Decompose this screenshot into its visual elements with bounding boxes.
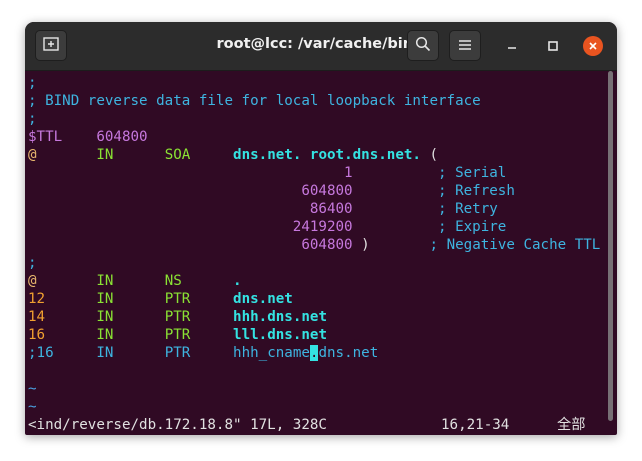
status-scroll-indicator: 全部 xyxy=(557,417,586,433)
comment-line: ; xyxy=(28,255,37,271)
close-icon xyxy=(583,36,603,56)
empty-line-marker: ~ xyxy=(28,399,37,415)
maximize-icon xyxy=(547,37,559,56)
negative-ttl-line: 604800 ) ; Negative Cache TTL xyxy=(301,237,601,253)
title-bar: root@lcc: /var/cache/bind xyxy=(25,22,617,71)
terminal-content[interactable]: ; ; BIND reverse data file for local loo… xyxy=(25,71,617,435)
minimize-button[interactable] xyxy=(500,34,524,58)
comment-line: ; BIND reverse data file for local loopb… xyxy=(28,93,481,109)
status-file-info: <ind/reverse/db.172.18.8" 17L, 328C xyxy=(28,417,327,433)
empty-line-marker: ~ xyxy=(28,381,37,397)
search-button[interactable] xyxy=(407,30,439,61)
minimize-icon xyxy=(506,37,518,56)
expire-line: 2419200 ; Expire xyxy=(292,219,507,235)
search-icon xyxy=(415,36,431,56)
new-tab-button[interactable] xyxy=(35,30,67,61)
ptr-record-line: 12 IN PTR dns.net xyxy=(28,291,293,307)
maximize-button[interactable] xyxy=(541,34,565,58)
new-tab-icon xyxy=(43,36,59,55)
soa-line: @ IN SOA dns.net. root.dns.net. ( xyxy=(28,147,439,163)
comment-line: ; xyxy=(28,111,37,127)
commented-ptr-record-line: ;16 IN PTR hhh_cname.dns.net xyxy=(28,345,379,361)
ptr-record-line: 16 IN PTR lll.dns.net xyxy=(28,327,327,343)
serial-line: 1 ; Serial xyxy=(344,165,507,181)
close-button[interactable] xyxy=(581,34,605,58)
refresh-line: 604800 ; Refresh xyxy=(301,183,515,199)
hamburger-menu-icon xyxy=(458,36,472,55)
status-cursor-position: 16,21-34 xyxy=(441,417,510,433)
comment-line: ; xyxy=(28,75,37,91)
ttl-line: $TTL 604800 xyxy=(28,129,148,145)
terminal-window: root@lcc: /var/cache/bind ; ; BIND rever… xyxy=(25,22,617,435)
vertical-scrollbar[interactable] xyxy=(608,71,613,421)
retry-line: 86400 ; Retry xyxy=(309,201,498,217)
menu-button[interactable] xyxy=(449,30,481,61)
ptr-record-line: 14 IN PTR hhh.dns.net xyxy=(28,309,327,325)
ns-record-line: @ IN NS . xyxy=(28,273,242,289)
